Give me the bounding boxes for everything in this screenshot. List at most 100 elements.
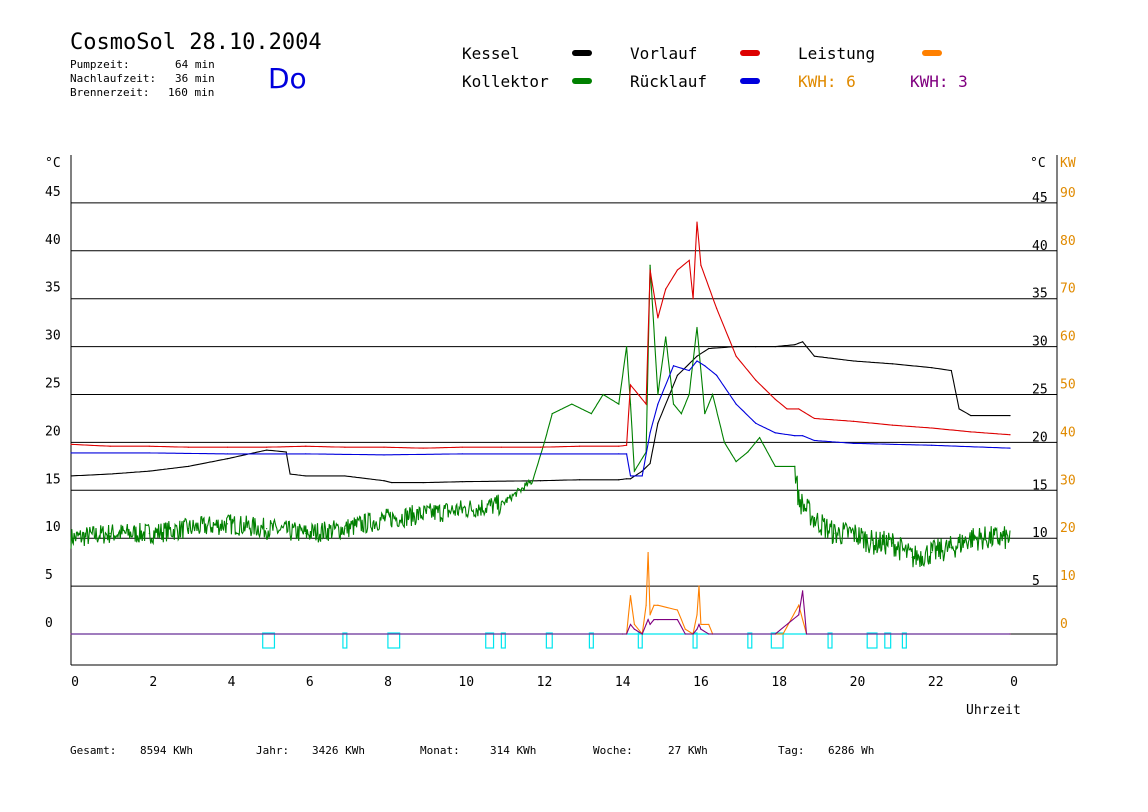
data-point-kwh2 xyxy=(645,623,647,626)
data-point-kwh2 xyxy=(641,633,643,635)
data-point-kessel xyxy=(696,355,698,357)
y-tick-label-left: 20 xyxy=(45,424,61,439)
data-point-leistung xyxy=(684,628,686,630)
data-point-kollektor xyxy=(813,518,815,520)
data-point-leistung xyxy=(708,623,710,626)
footer-tag-label: Tag: xyxy=(778,744,805,757)
data-point-kollektor xyxy=(266,528,268,530)
y-tick-label-right: 40 xyxy=(1032,239,1048,254)
data-point-ruecklauf xyxy=(794,435,796,437)
data-point-kwh2 xyxy=(798,614,800,616)
x-tick-label: 0 xyxy=(1010,675,1018,690)
data-point-leistung xyxy=(676,609,679,611)
data-point-vorlauf xyxy=(676,269,679,271)
data-point-vorlauf xyxy=(109,445,111,447)
data-point-kwh2 xyxy=(698,623,700,626)
data-point-vorlauf xyxy=(422,447,424,449)
data-point-kwh2 xyxy=(692,633,694,635)
data-point-kollektor xyxy=(833,532,835,535)
pump-event xyxy=(262,632,276,649)
data-point-vorlauf xyxy=(344,446,346,448)
y-tick-label-kw: 40 xyxy=(1060,425,1076,440)
data-point-kessel xyxy=(289,473,291,475)
y-tick-label-right: 20 xyxy=(1032,430,1048,445)
data-point-vorlauf xyxy=(637,393,639,396)
y-axis-label-left: °C xyxy=(45,156,61,171)
data-point-kollektor xyxy=(735,460,737,463)
data-point-kessel xyxy=(70,475,72,477)
data-point-leistung xyxy=(798,604,800,606)
data-point-kollektor xyxy=(109,532,111,535)
data-point-ruecklauf xyxy=(70,452,72,454)
data-point-vorlauf xyxy=(735,355,737,357)
data-point-vorlauf xyxy=(931,427,933,429)
data-point-vorlauf xyxy=(852,420,855,422)
data-point-kollektor xyxy=(422,513,424,515)
series-line-kessel xyxy=(70,341,1010,484)
data-point-kollektor xyxy=(950,547,952,549)
data-point-kollektor xyxy=(680,413,682,415)
series-line-leistung xyxy=(71,552,1010,636)
data-point-kessel xyxy=(970,414,972,417)
pump-layer xyxy=(71,632,1010,649)
data-point-ruecklauf xyxy=(383,454,385,456)
data-point-kollektor xyxy=(672,403,675,405)
data-point-leistung xyxy=(647,551,649,554)
data-point-kollektor xyxy=(712,393,714,396)
data-point-kessel xyxy=(391,482,393,484)
data-point-kessel xyxy=(618,479,620,481)
data-point-ruecklauf xyxy=(657,403,659,405)
data-point-kollektor xyxy=(551,413,553,415)
footer-monat-label: Monat: xyxy=(420,744,460,757)
data-point-kollektor xyxy=(872,542,874,544)
data-point-leistung xyxy=(633,623,636,626)
data-point-kessel xyxy=(950,369,952,372)
pump-event xyxy=(866,632,878,649)
data-point-kessel xyxy=(383,480,385,482)
data-point-ruecklauf xyxy=(641,475,643,477)
data-point-vorlauf xyxy=(226,446,229,448)
pump-event xyxy=(485,632,495,649)
data-point-vorlauf xyxy=(645,403,647,405)
x-axis-label: Uhrzeit xyxy=(966,703,1021,718)
data-point-kwh2 xyxy=(696,628,698,630)
data-point-kessel xyxy=(774,346,776,348)
data-point-leistung xyxy=(649,614,651,616)
data-point-kollektor xyxy=(70,537,72,539)
y-tick-label-left: 30 xyxy=(45,329,61,344)
x-tick-label: 16 xyxy=(693,675,709,690)
data-point-ruecklauf xyxy=(696,360,698,362)
data-point-kessel xyxy=(958,408,960,410)
data-point-kessel xyxy=(579,479,581,481)
data-point-kollektor xyxy=(543,441,546,443)
data-point-vorlauf xyxy=(70,443,72,445)
data-point-vorlauf xyxy=(500,446,502,448)
x-tick-label: 0 xyxy=(71,675,79,690)
data-point-vorlauf xyxy=(665,288,667,290)
y-tick-label-left: 35 xyxy=(45,281,61,296)
data-point-kollektor xyxy=(344,528,346,530)
pump-event xyxy=(387,632,401,649)
data-point-vorlauf xyxy=(625,444,628,446)
data-point-kollektor xyxy=(571,403,573,405)
series-line-kwh2 xyxy=(71,590,1010,635)
y-tick-label-right: 30 xyxy=(1032,335,1048,350)
data-point-vorlauf xyxy=(688,259,690,261)
data-point-leistung xyxy=(653,604,655,606)
data-point-ruecklauf xyxy=(688,369,690,372)
data-point-kessel xyxy=(755,346,757,348)
series-line-kollektor xyxy=(70,265,1011,568)
data-point-vorlauf xyxy=(305,445,307,447)
data-point-kessel xyxy=(852,360,855,362)
y-tick-label-right: 10 xyxy=(1032,526,1048,541)
series-layer xyxy=(70,221,1011,636)
data-point-ruecklauf xyxy=(931,444,933,446)
data-point-vorlauf xyxy=(383,446,385,448)
data-point-kessel xyxy=(148,470,150,472)
pump-event xyxy=(901,632,907,649)
data-point-kessel xyxy=(226,458,229,460)
footer-monat-value: 314 KWh xyxy=(490,744,537,757)
data-point-kollektor xyxy=(665,336,667,338)
y-tick-label-kw: 80 xyxy=(1060,234,1076,249)
data-point-leistung xyxy=(696,614,698,616)
